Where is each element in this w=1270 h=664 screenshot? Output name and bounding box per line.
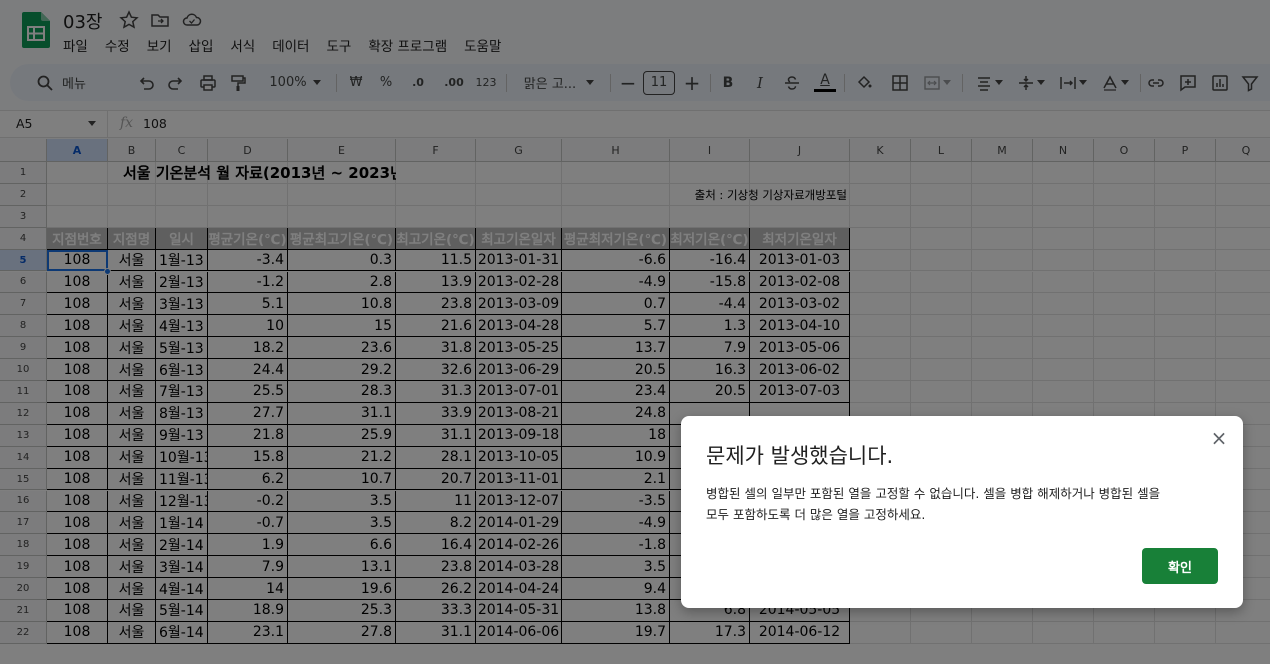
dialog-message-line-1: 병합된 셀의 일부만 포함된 열을 고정할 수 없습니다. 셀을 병합 해제하거… bbox=[706, 486, 1161, 501]
dialog-message-line-2: 모두 포함하도록 더 많은 열을 고정하세요. bbox=[706, 507, 926, 522]
ok-button[interactable]: 확인 bbox=[1142, 548, 1218, 584]
dialog-message: 병합된 셀의 일부만 포함된 열을 고정할 수 없습니다. 셀을 병합 해제하거… bbox=[706, 483, 1216, 525]
close-icon[interactable]: × bbox=[1209, 426, 1229, 450]
error-dialog: 문제가 발생했습니다. × 병합된 셀의 일부만 포함된 열을 고정할 수 없습… bbox=[681, 416, 1243, 608]
spreadsheet-app: 03장 파일 수정 보기 삽입 서식 데이터 도구 확장 프로그램 도움말 메뉴 bbox=[0, 0, 1270, 664]
dialog-title: 문제가 발생했습니다. bbox=[706, 444, 894, 468]
